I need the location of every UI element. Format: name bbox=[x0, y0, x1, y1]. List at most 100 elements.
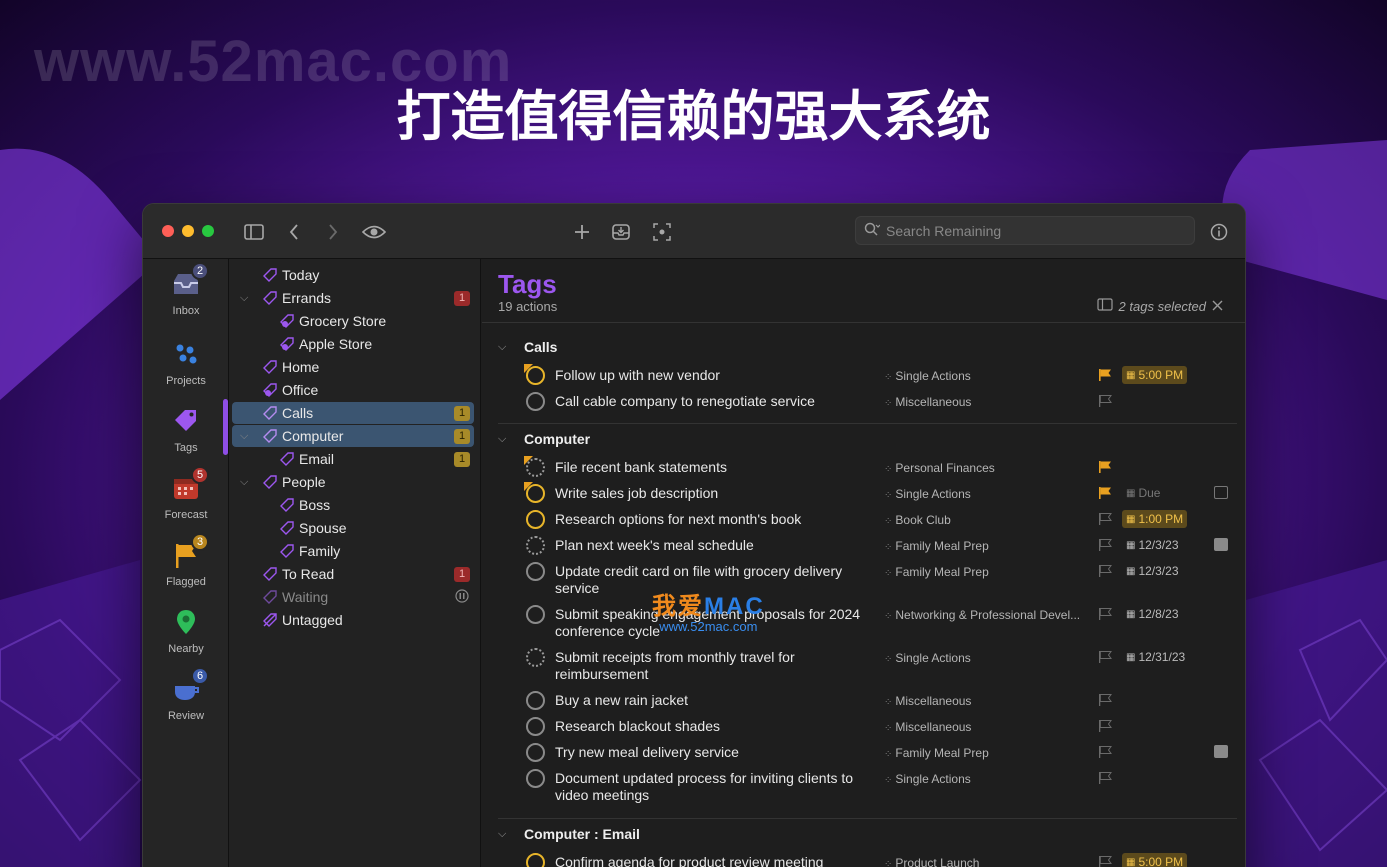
flag-icon[interactable] bbox=[1098, 771, 1112, 785]
defer-date-badge[interactable]: ▦ 12/8/23 bbox=[1122, 605, 1183, 623]
sidebar-item-family[interactable]: Family bbox=[232, 540, 474, 562]
inspector-info-icon[interactable] bbox=[1206, 219, 1232, 245]
zoom-window-button[interactable] bbox=[202, 225, 214, 237]
sidebar-item-home[interactable]: Home bbox=[232, 356, 474, 378]
flag-icon[interactable] bbox=[1098, 460, 1112, 474]
task-title[interactable]: Call cable company to renegotiate servic… bbox=[555, 393, 865, 410]
chevron-down-icon[interactable]: ⌵ bbox=[498, 433, 512, 446]
sidebar-item-boss[interactable]: Boss bbox=[232, 494, 474, 516]
task-checkbox[interactable] bbox=[526, 510, 545, 529]
task-title[interactable]: Research options for next month's book bbox=[555, 511, 865, 528]
chevron-down-icon[interactable]: ⌵ bbox=[240, 292, 252, 305]
perspective-forecast[interactable]: 5 Forecast bbox=[143, 466, 229, 521]
flag-icon[interactable] bbox=[1098, 693, 1112, 707]
sidebar-item-errands[interactable]: ⌵ Errands 1 bbox=[232, 287, 474, 309]
task-title[interactable]: Follow up with new vendor bbox=[555, 367, 865, 384]
focus-icon[interactable] bbox=[649, 219, 675, 245]
perspective-review[interactable]: 6 Review bbox=[143, 667, 229, 722]
flag-icon[interactable] bbox=[1098, 512, 1112, 526]
flag-icon[interactable] bbox=[1098, 368, 1112, 382]
note-icon[interactable] bbox=[1214, 745, 1228, 758]
perspective-tags[interactable]: Tags bbox=[143, 406, 229, 454]
back-icon[interactable] bbox=[281, 219, 307, 245]
sidebar-item-email[interactable]: Email 1 bbox=[232, 448, 474, 470]
perspective-nearby[interactable]: Nearby bbox=[143, 607, 229, 655]
flag-icon[interactable] bbox=[1098, 650, 1112, 664]
close-window-button[interactable] bbox=[162, 225, 174, 237]
view-options-eye-icon[interactable] bbox=[361, 219, 387, 245]
sidebar-item-waiting[interactable]: Waiting bbox=[232, 586, 474, 608]
sidebar-item-computer[interactable]: ⌵ Computer 1 bbox=[232, 425, 474, 447]
task-checkbox[interactable] bbox=[526, 743, 545, 762]
group-header-computer-email[interactable]: ⌵ Computer : Email bbox=[498, 826, 640, 842]
sidebar-item-people[interactable]: ⌵ People bbox=[232, 471, 474, 493]
note-icon[interactable] bbox=[1214, 486, 1228, 499]
sidebar-toggle-icon[interactable] bbox=[241, 219, 267, 245]
projects-icon bbox=[171, 339, 201, 369]
perspective-projects[interactable]: Projects bbox=[143, 339, 229, 387]
chevron-down-icon[interactable]: ⌵ bbox=[498, 341, 512, 354]
flag-icon[interactable] bbox=[1098, 486, 1112, 500]
chevron-down-icon[interactable]: ⌵ bbox=[240, 476, 252, 489]
defer-date-badge[interactable]: ▦ 12/31/23 bbox=[1122, 648, 1189, 666]
task-checkbox[interactable] bbox=[524, 364, 545, 385]
sidebar-item-office[interactable]: Office bbox=[232, 379, 474, 401]
flag-icon[interactable] bbox=[1098, 564, 1112, 578]
task-title[interactable]: Try new meal delivery service bbox=[555, 744, 865, 761]
task-checkbox[interactable] bbox=[526, 562, 545, 581]
task-checkbox[interactable] bbox=[526, 605, 545, 624]
due-date-badge[interactable]: ▦ Due bbox=[1122, 484, 1164, 502]
due-date-badge[interactable]: ▦ 5:00 PM bbox=[1122, 366, 1188, 384]
task-title[interactable]: Update credit card on file with grocery … bbox=[555, 563, 865, 597]
group-header-computer[interactable]: ⌵ Computer bbox=[498, 431, 590, 447]
due-date-badge[interactable]: ▦ 5:00 PM bbox=[1122, 853, 1188, 867]
flag-icon[interactable] bbox=[1098, 855, 1112, 867]
quick-entry-inbox-icon[interactable] bbox=[608, 219, 634, 245]
search-field[interactable]: Search Remaining bbox=[855, 216, 1195, 245]
task-checkbox[interactable] bbox=[526, 691, 545, 710]
task-title[interactable]: File recent bank statements bbox=[555, 459, 865, 476]
flag-icon[interactable] bbox=[1098, 719, 1112, 733]
sidebar-item-to-read[interactable]: To Read 1 bbox=[232, 563, 474, 585]
task-title[interactable]: Submit speaking engagement proposals for… bbox=[555, 606, 865, 640]
task-checkbox[interactable] bbox=[526, 536, 545, 555]
sidebar-panel-icon[interactable] bbox=[1096, 298, 1113, 314]
perspective-flagged[interactable]: 3 Flagged bbox=[143, 533, 229, 588]
flag-icon[interactable] bbox=[1098, 538, 1112, 552]
flag-icon[interactable] bbox=[1098, 607, 1112, 621]
task-checkbox[interactable] bbox=[524, 456, 545, 477]
flag-icon[interactable] bbox=[1098, 745, 1112, 759]
defer-date-badge[interactable]: ▦ 12/3/23 bbox=[1122, 536, 1183, 554]
sidebar-item-untagged[interactable]: Untagged bbox=[232, 609, 474, 631]
task-title[interactable]: Plan next week's meal schedule bbox=[555, 537, 865, 554]
task-checkbox[interactable] bbox=[524, 482, 545, 503]
sidebar-item-calls[interactable]: Calls 1 bbox=[232, 402, 474, 424]
close-icon[interactable] bbox=[1212, 299, 1223, 314]
group-header-calls[interactable]: ⌵ Calls bbox=[498, 339, 557, 355]
forward-icon[interactable] bbox=[320, 219, 346, 245]
chevron-down-icon[interactable]: ⌵ bbox=[240, 430, 252, 443]
task-checkbox[interactable] bbox=[526, 717, 545, 736]
sidebar-item-today[interactable]: Today bbox=[232, 264, 474, 286]
add-action-plus-icon[interactable] bbox=[569, 219, 595, 245]
task-title[interactable]: Confirm agenda for product review meetin… bbox=[555, 854, 865, 867]
task-checkbox[interactable] bbox=[526, 853, 545, 867]
sidebar-item-spouse[interactable]: Spouse bbox=[232, 517, 474, 539]
note-icon[interactable] bbox=[1214, 538, 1228, 551]
sidebar-item-grocery-store[interactable]: Grocery Store bbox=[232, 310, 474, 332]
task-title[interactable]: Submit receipts from monthly travel for … bbox=[555, 649, 865, 683]
perspective-inbox[interactable]: 2 Inbox bbox=[143, 262, 229, 317]
task-title[interactable]: Document updated process for inviting cl… bbox=[555, 770, 865, 804]
task-checkbox[interactable] bbox=[526, 392, 545, 411]
task-title[interactable]: Research blackout shades bbox=[555, 718, 865, 735]
due-date-badge[interactable]: ▦ 1:00 PM bbox=[1122, 510, 1188, 528]
sidebar-item-apple-store[interactable]: Apple Store bbox=[232, 333, 474, 355]
task-title[interactable]: Buy a new rain jacket bbox=[555, 692, 865, 709]
flag-icon[interactable] bbox=[1098, 394, 1112, 408]
chevron-down-icon[interactable]: ⌵ bbox=[498, 828, 512, 841]
defer-date-badge[interactable]: ▦ 12/3/23 bbox=[1122, 562, 1183, 580]
task-title[interactable]: Write sales job description bbox=[555, 485, 865, 502]
task-checkbox[interactable] bbox=[526, 648, 545, 667]
task-checkbox[interactable] bbox=[526, 769, 545, 788]
minimize-window-button[interactable] bbox=[182, 225, 194, 237]
